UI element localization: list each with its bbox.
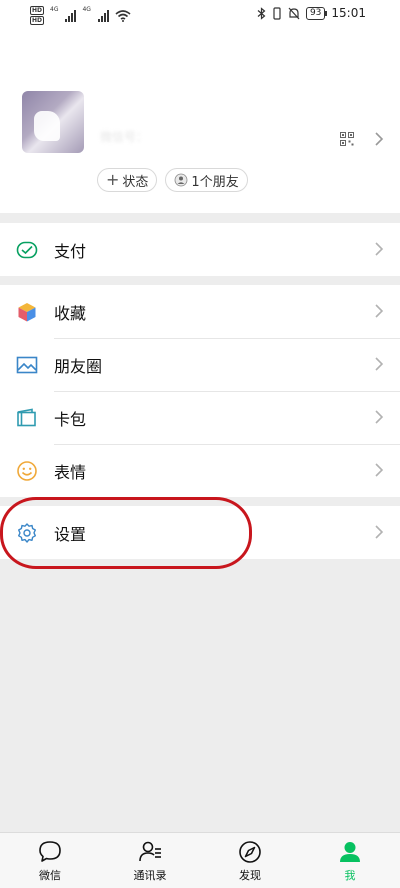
chevron-right-icon: [375, 304, 384, 318]
pay-icon: [16, 241, 38, 259]
smiley-face-icon: [17, 461, 37, 481]
hd-indicators: HD HD: [30, 6, 45, 25]
menu-item-settings[interactable]: 设置: [0, 506, 400, 559]
battery-indicator: 93: [305, 6, 328, 20]
signal-strength-icon: [65, 9, 77, 22]
tab-label: 发现: [239, 869, 261, 882]
wechat-id: 微信号：: [100, 128, 260, 146]
contacts-icon: [139, 841, 161, 862]
network-type-label: 4G: [82, 6, 91, 13]
nickname: [104, 88, 214, 108]
menu-item-label: 表情: [54, 462, 87, 482]
chat-bubble-icon: [39, 841, 61, 862]
menu-item-label: 支付: [54, 241, 87, 261]
avatar[interactable]: [22, 91, 84, 153]
clock: 15:01: [331, 6, 366, 20]
chevron-right-icon: [375, 463, 384, 477]
moments-picture-icon: [16, 356, 38, 374]
vibrate-icon: [273, 6, 281, 20]
chevron-right-icon: [375, 410, 384, 424]
tab-contacts[interactable]: 通讯录: [100, 833, 200, 888]
settings-group: 设置: [0, 506, 400, 559]
network-type-label: 4G: [50, 6, 59, 13]
wechat-id-label: 微信号：: [100, 130, 149, 144]
bluetooth-icon: [257, 6, 266, 20]
menu-item-label: 收藏: [54, 303, 87, 323]
bottom-tab-bar: 微信 通讯录 发现 我: [0, 832, 400, 888]
hd-badge: HD: [30, 16, 45, 25]
status-bar-right: 93 15:01: [257, 6, 366, 20]
menu-item-label: 卡包: [54, 409, 87, 429]
friends-tag-label: 1个朋友: [191, 174, 239, 190]
profile-tags: + 状态 1个朋友: [97, 168, 248, 192]
chevron-right-icon: [375, 242, 384, 256]
person-icon: [340, 842, 360, 862]
tab-label: 通讯录: [133, 869, 167, 882]
favorites-cube-icon: [18, 303, 36, 322]
menu-item-stickers[interactable]: 表情: [0, 444, 400, 497]
gear-icon: [18, 523, 36, 543]
wifi-icon: [115, 9, 131, 22]
status-tag-label: 状态: [122, 174, 149, 190]
chevron-right-icon: [375, 525, 384, 539]
menu-item-moments[interactable]: 朋友圈: [0, 338, 400, 391]
status-bar-left: HD HD 4G 4G: [30, 6, 131, 25]
services-group: 收藏 朋友圈 卡包 表情: [0, 285, 400, 497]
qr-code-icon[interactable]: [340, 132, 354, 146]
menu-item-label: 设置: [54, 524, 87, 544]
friends-status-button[interactable]: 1个朋友: [165, 168, 248, 192]
compass-icon: [239, 841, 261, 863]
hd-badge: HD: [30, 6, 45, 15]
card-wallet-icon: [17, 408, 36, 427]
friend-avatar-icon: [175, 173, 188, 187]
mute-bell-icon: [288, 7, 300, 19]
tab-me[interactable]: 我: [300, 833, 400, 888]
signal-strength-icon: [97, 9, 109, 22]
add-status-button[interactable]: + 状态: [97, 168, 158, 192]
profile-header[interactable]: 微信号： + 状态 1个朋友: [0, 30, 400, 213]
menu-item-label: 朋友圈: [54, 356, 103, 376]
pay-group: 支付: [0, 223, 400, 276]
tab-label: 微信: [39, 869, 61, 882]
tab-label: 我: [344, 869, 356, 882]
menu-item-cards[interactable]: 卡包: [0, 391, 400, 444]
status-bar: HD HD 4G 4G 93 15:01: [0, 0, 400, 30]
chevron-right-icon: [375, 357, 384, 371]
menu-item-pay[interactable]: 支付: [0, 223, 400, 276]
menu-item-favorites[interactable]: 收藏: [0, 285, 400, 338]
tab-discover[interactable]: 发现: [200, 833, 300, 888]
chevron-right-icon[interactable]: [372, 130, 386, 148]
tab-chats[interactable]: 微信: [0, 833, 100, 888]
plus-icon: +: [106, 170, 120, 189]
